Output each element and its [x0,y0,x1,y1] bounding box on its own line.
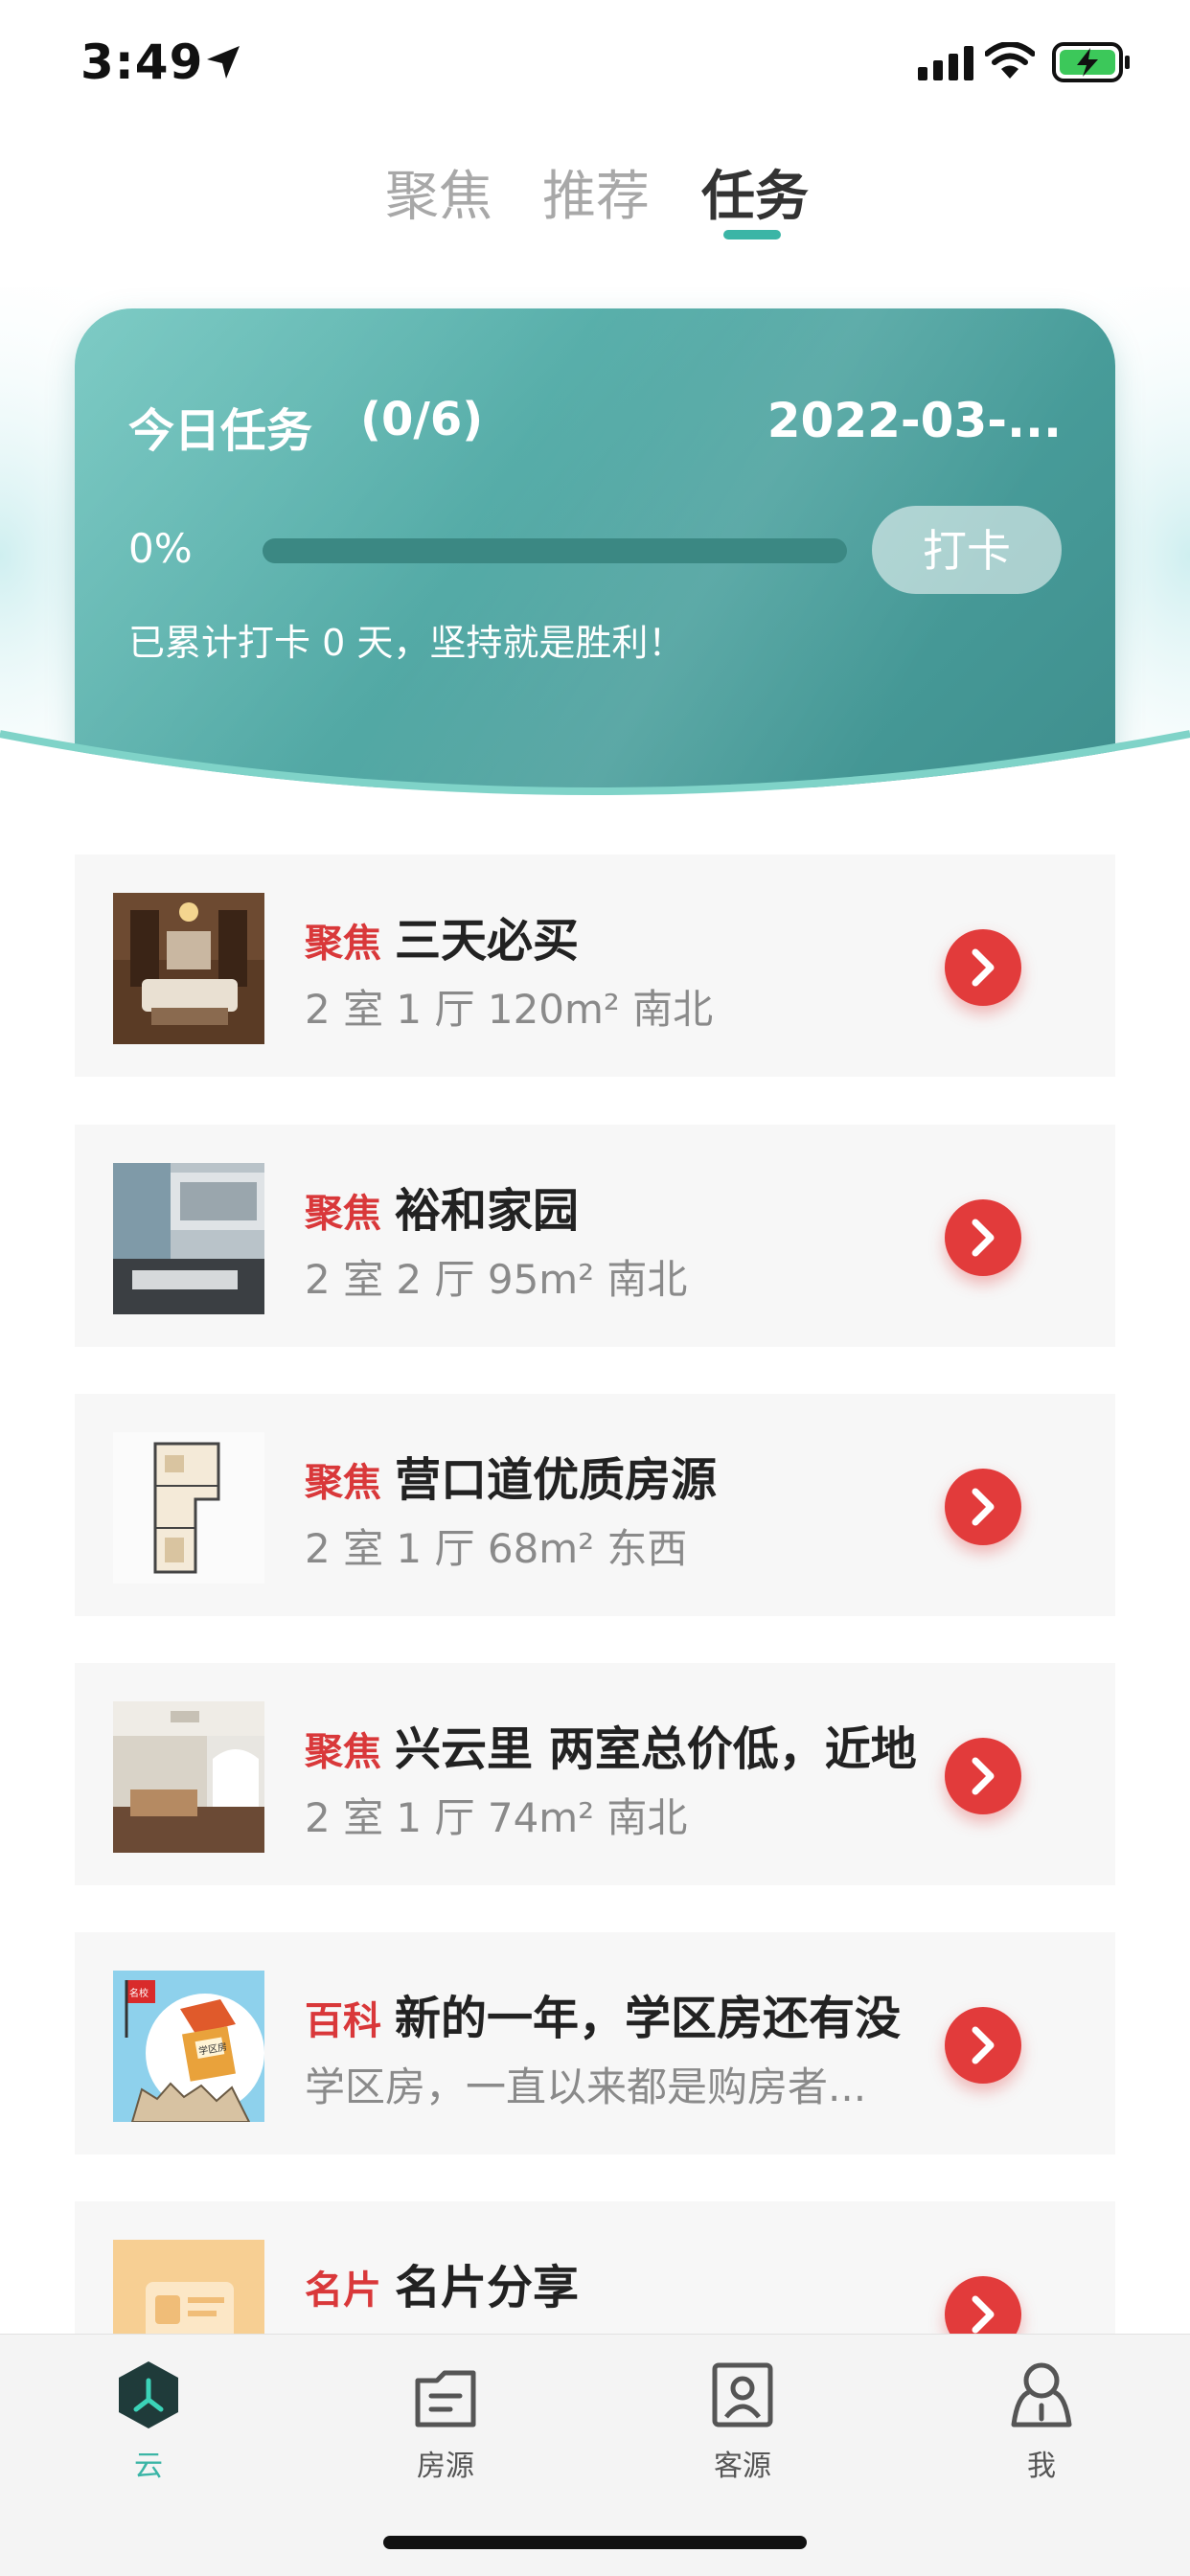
item-title: 营口道优质房源 [395,1453,718,1507]
go-button[interactable] [945,2007,1021,2084]
item-title-line: 聚焦 裕和家园 [305,1173,1014,1240]
thumb-flag-label: 名校 [129,1987,149,1999]
status-time: 3:49 [80,34,204,90]
person-icon [1011,2362,1072,2428]
go-button[interactable] [945,1199,1021,1276]
task-title: 今日任务 [128,404,313,458]
tab-focus[interactable]: 聚焦 [385,153,492,231]
item-title-line: 聚焦 三天必买 [305,902,1014,969]
list-item[interactable]: 聚焦 裕和家园 2 室 2 厅 95m² 南北 [75,1125,1115,1347]
thumb-bedroom [113,1701,264,1853]
status-bar: 3:49 [0,0,1190,125]
item-title: 裕和家园 [395,1184,580,1238]
task-date: 2022-03-... [767,393,1062,448]
tab-tasks[interactable]: 任务 [701,153,809,231]
tab-recommend[interactable]: 推荐 [542,153,650,231]
tabbar-item-clients[interactable]: 客源 [671,2359,814,2484]
chevron-right-icon [972,948,995,987]
item-title-line: 名片 名片分享 [305,2249,1014,2316]
house-listing-icon [415,2370,476,2428]
item-subtitle: 2 室 1 厅 120m² 南北 [305,986,714,1033]
item-title: 新的一年，学区房还有没 [395,1992,902,2045]
thumb-kitchen [113,1163,264,1314]
thumb-living-room [113,893,264,1044]
task-count: (0/6) [360,393,484,446]
chevron-right-icon [972,1757,995,1795]
tabbar-item-cloud[interactable]: 云 [77,2359,220,2484]
item-tag: 名片 [305,2268,381,2313]
top-tabs: 聚焦 推荐 任务 [0,153,1190,249]
client-card-icon [712,2362,773,2428]
list-item[interactable]: 聚焦 三天必买 2 室 1 厅 120m² 南北 [75,855,1115,1077]
home-indicator [383,2536,807,2549]
chevron-right-icon [972,2295,995,2334]
location-arrow-icon [207,46,240,79]
checkin-button[interactable]: 打卡 [872,506,1062,594]
cellular-signal-icon [918,46,973,80]
chevron-right-icon [972,2026,995,2064]
chevron-right-icon [972,1219,995,1257]
item-tag: 聚焦 [305,1192,381,1236]
list-item[interactable]: 学区房 名校 百科 新的一年，学区房还有没 学区房，一直以来都是购房者... [75,1932,1115,2154]
item-title: 兴云里 两室总价低，近地 [395,1722,917,1776]
item-subtitle: 2 室 1 厅 74m² 南北 [305,1794,688,1841]
item-title: 名片分享 [395,2261,580,2314]
thumb-school-district: 学区房 名校 [113,1971,264,2122]
tabbar-label: 房源 [417,2450,474,2483]
battery-charging-icon [1052,42,1130,82]
item-tag: 百科 [305,1999,381,2043]
item-tag: 聚焦 [305,1730,381,1774]
item-subtitle: 学区房，一直以来都是购房者... [305,2063,867,2110]
item-tag: 聚焦 [305,1461,381,1505]
tabbar-item-listings[interactable]: 房源 [374,2359,517,2484]
go-button[interactable] [945,1738,1021,1814]
progress-bar [263,538,847,563]
item-title-line: 聚焦 营口道优质房源 [305,1442,1014,1509]
list-item[interactable]: 聚焦 兴云里 两室总价低，近地 2 室 1 厅 74m² 南北 [75,1663,1115,1885]
item-title: 三天必买 [395,914,580,968]
wifi-icon [985,42,1035,79]
streak-text: 已累计打卡 0 天，坚持就是胜利！ [128,622,685,664]
tabbar-label: 我 [1027,2450,1056,2483]
progress-percent: 0% [128,525,193,572]
item-title-line: 聚焦 兴云里 两室总价低，近地 [305,1711,1014,1778]
item-subtitle: 2 室 2 厅 95m² 南北 [305,1256,688,1303]
go-button[interactable] [945,1469,1021,1545]
card-wave-divider [0,730,1190,843]
item-subtitle: 2 室 1 厅 68m² 东西 [305,1525,688,1572]
tabbar-item-me[interactable]: 我 [970,2359,1113,2484]
item-title-line: 百科 新的一年，学区房还有没 [305,1980,1014,2047]
thumb-floor-plan [113,1432,264,1584]
active-tab-indicator [723,230,781,239]
tabbar-label: 云 [134,2450,163,2483]
tabbar-label: 客源 [714,2450,771,2483]
list-item[interactable]: 聚焦 营口道优质房源 2 室 1 厅 68m² 东西 [75,1394,1115,1616]
item-tag: 聚焦 [305,922,381,966]
go-button[interactable] [945,929,1021,1006]
chevron-right-icon [972,1488,995,1526]
cloud-hex-icon [119,2361,178,2428]
